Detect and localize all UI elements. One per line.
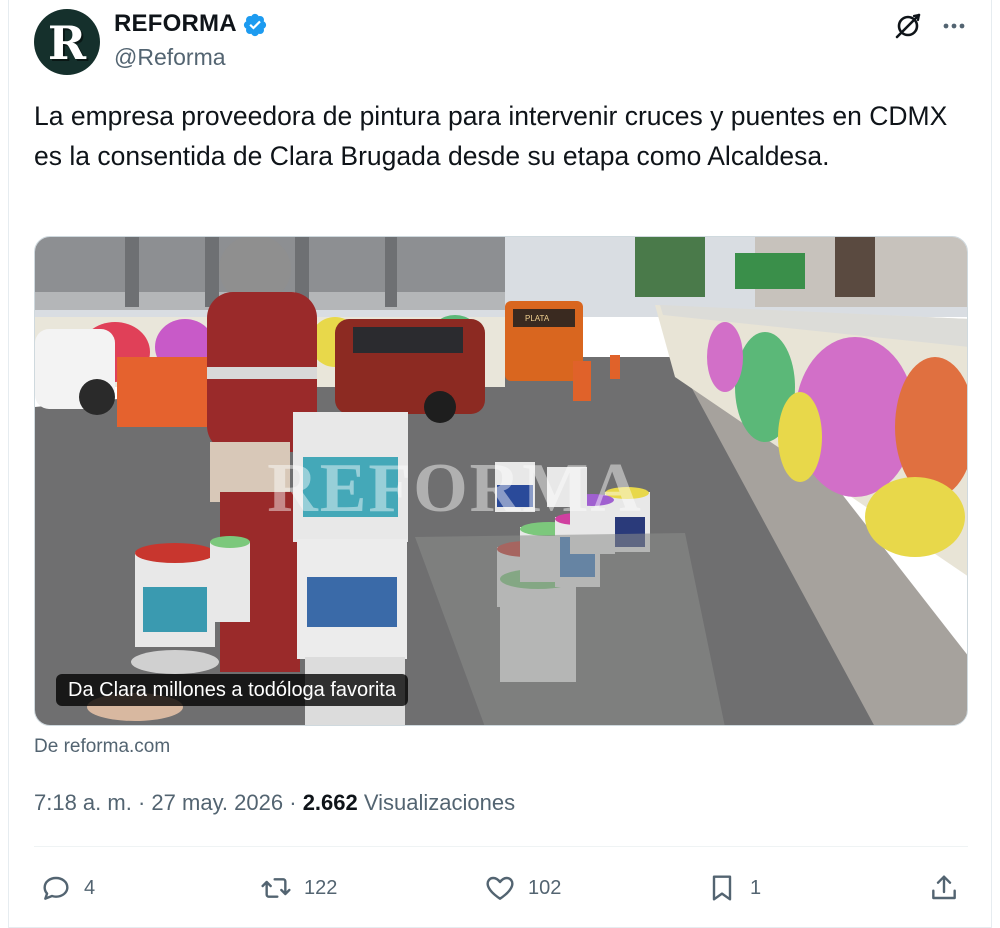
media-card[interactable]: PLATA REFORMA (34, 236, 968, 726)
repost-icon (261, 878, 291, 898)
divider (34, 846, 968, 847)
reply-icon (43, 876, 69, 900)
account-name[interactable]: REFORMA (114, 10, 237, 38)
link-source[interactable]: De reforma.com (34, 736, 170, 758)
bookmark-icon (712, 875, 732, 901)
share-button[interactable] (928, 870, 972, 906)
share-icon (932, 875, 956, 900)
avatar[interactable]: R (34, 9, 100, 75)
meta-separator: · (137, 790, 146, 815)
account-handle[interactable]: @Reforma (114, 44, 226, 71)
bookmark-button[interactable]: 1 (706, 870, 761, 906)
more-icon[interactable] (938, 10, 970, 42)
views-count: 2.662 (302, 790, 358, 815)
like-button[interactable]: 102 (484, 870, 561, 906)
verified-badge-icon (243, 13, 267, 37)
avatar-logo-letter: R (47, 16, 87, 70)
bus-sign: PLATA (525, 314, 550, 323)
media-image: PLATA REFORMA (35, 237, 967, 725)
reply-count: 4 (84, 876, 96, 899)
tweet-text: La empresa proveedora de pintura para in… (34, 101, 948, 171)
watermark-text: REFORMA (267, 450, 643, 527)
repost-button[interactable]: 122 (260, 870, 337, 906)
grok-icon[interactable] (892, 10, 924, 42)
tweet-time[interactable]: 7:18 a. m. (34, 790, 132, 815)
views-label: Visualizaciones (363, 790, 516, 815)
repost-count: 122 (304, 876, 338, 899)
tweet-meta: 7:18 a. m. · 27 may. 2026 · 2.662 Visual… (34, 790, 515, 816)
tweet-date[interactable]: 27 may. 2026 (151, 790, 283, 815)
media-caption: Da Clara millones a todóloga favorita (56, 674, 408, 706)
bookmark-count: 1 (750, 876, 762, 899)
reply-button[interactable]: 4 (40, 870, 95, 906)
like-count: 102 (528, 876, 562, 899)
like-icon (486, 876, 514, 900)
meta-separator: · (289, 790, 297, 815)
